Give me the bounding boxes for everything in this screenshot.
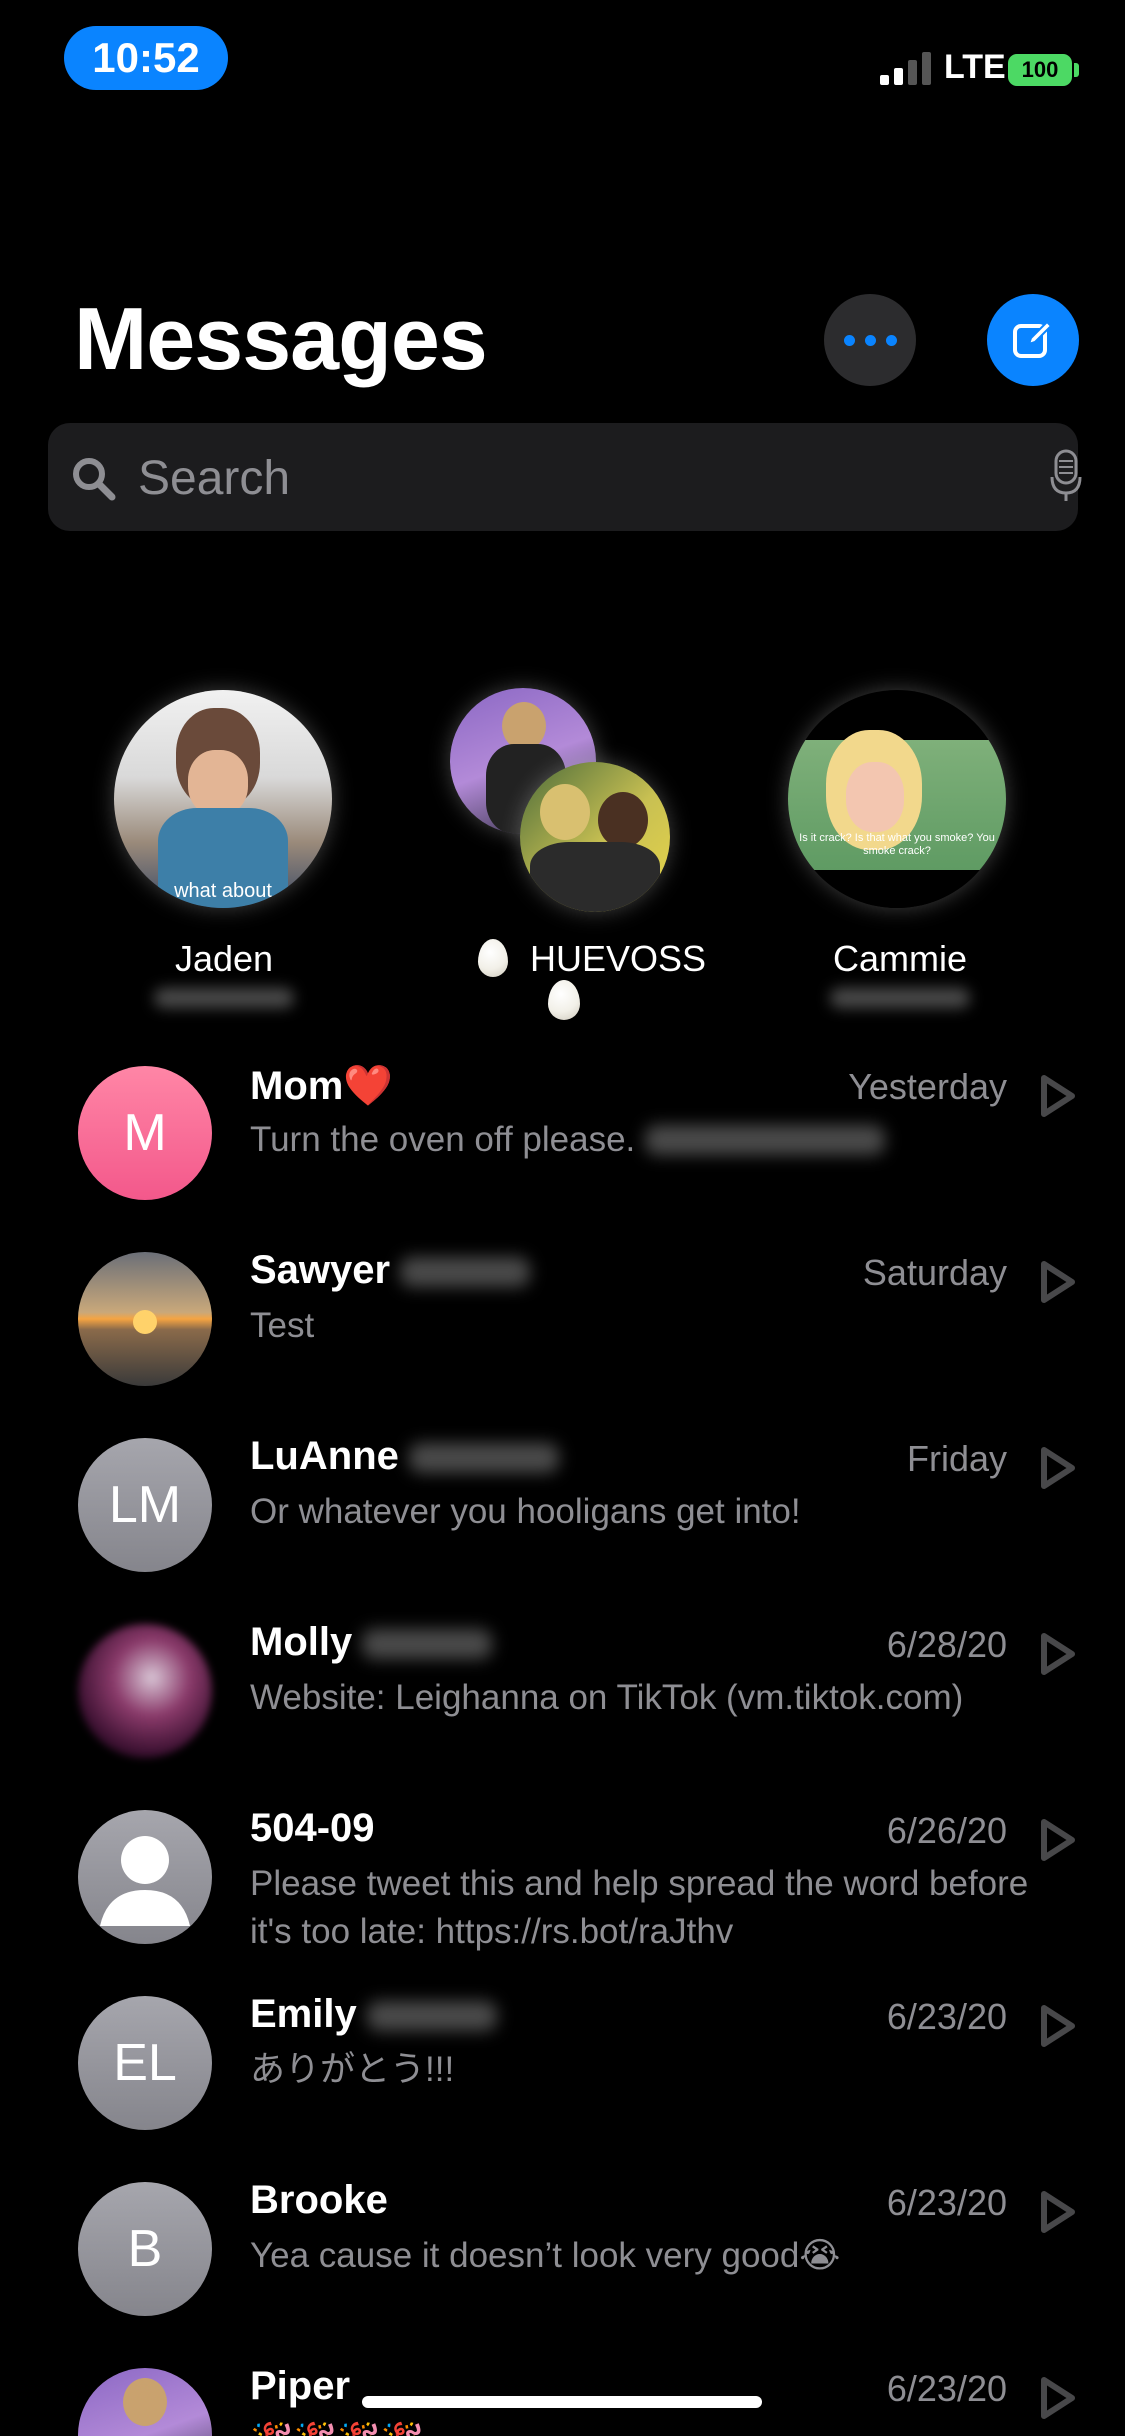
- avatar: [520, 762, 670, 912]
- microphone-icon[interactable]: [1050, 447, 1082, 505]
- contact-name-text: Sawyer: [250, 1248, 391, 1292]
- battery-icon: 100: [1008, 54, 1072, 86]
- pinned-caption: Is it crack? Is that what you smoke? You…: [799, 832, 995, 857]
- contact-name: Mom❤️: [250, 1062, 393, 1109]
- conversation-row-molly[interactable]: Molly 6/28/20 Website: Leighanna on TikT…: [0, 1620, 1125, 1810]
- search-input[interactable]: [136, 443, 1000, 513]
- redacted-text: [366, 2001, 497, 2031]
- avatar: Is it crack? Is that what you smoke? You…: [788, 690, 1006, 908]
- compose-icon: [1013, 320, 1053, 358]
- cellular-signal-icon: [880, 51, 934, 85]
- pinned-caption: what about: [174, 880, 272, 902]
- avatar: [78, 2368, 212, 2436]
- play-arrow-icon: [1041, 1261, 1075, 1303]
- redacted-text: [645, 1125, 886, 1155]
- contact-name-text: Molly: [250, 1620, 353, 1664]
- avatar: [78, 1252, 212, 1386]
- avatar: M: [78, 1066, 212, 1200]
- contact-name: LuAnne: [250, 1434, 559, 1479]
- message-preview: 🎉🎉🎉🎉: [250, 2418, 1050, 2436]
- contact-name: Sawyer: [250, 1248, 531, 1293]
- play-arrow-icon: [1041, 2005, 1075, 2047]
- message-preview: Please tweet this and help spread the wo…: [250, 1864, 1029, 1951]
- conversation-row-504-09[interactable]: 504-09 6/26/20 Please tweet this and hel…: [0, 1806, 1125, 1996]
- contact-name: Molly: [250, 1620, 493, 1665]
- magnifier-icon: [73, 458, 116, 501]
- contact-name-text: LuAnne: [250, 1434, 399, 1478]
- ellipsis-icon: [844, 335, 855, 346]
- contact-name: Piper: [250, 2368, 351, 2408]
- message-date: 6/23/20: [886, 1996, 1007, 2037]
- status-time[interactable]: 10:52: [64, 26, 228, 90]
- contact-name: 504-09: [250, 1806, 375, 1850]
- message-date: 6/23/20: [886, 2368, 1007, 2409]
- pinned-name: Jaden: [174, 938, 274, 979]
- play-arrow-icon: [1041, 1633, 1075, 1675]
- message-preview: Test: [250, 1306, 315, 1345]
- ellipsis-icon: [865, 335, 876, 346]
- pinned-jaden[interactable]: what about Jaden: [74, 680, 374, 1020]
- status-bar: 10:52 LTE 100: [0, 0, 1125, 120]
- pinned-subtitle-redacted: [154, 988, 294, 1008]
- pinned-cammie[interactable]: Is it crack? Is that what you smoke? You…: [750, 680, 1050, 1020]
- search-bar[interactable]: [48, 423, 1082, 531]
- redacted-text: [362, 1629, 493, 1659]
- play-arrow-icon: [1041, 1447, 1075, 1489]
- message-date: Yesterday: [848, 1066, 1007, 1107]
- message-preview: Yea cause it doesn’t look very good😭: [250, 2236, 841, 2275]
- message-preview: Turn the oven off please.: [250, 1116, 1050, 1164]
- message-date: Friday: [906, 1438, 1007, 1479]
- ellipsis-icon: [886, 335, 897, 346]
- avatar: what about: [114, 690, 332, 908]
- message-preview: Website: Leighanna on TikTok (vm.tiktok.…: [250, 1678, 964, 1717]
- message-date: 6/26/20: [886, 1810, 1007, 1851]
- play-arrow-icon: [1041, 2191, 1075, 2233]
- pinned-conversations: what about Jaden HUEVOSS Is it crack? Is…: [0, 680, 1125, 1020]
- conversation-row-mom[interactable]: M Mom❤️ Yesterday Turn the oven off plea…: [0, 1064, 1125, 1252]
- redacted-text: [400, 1257, 531, 1287]
- play-arrow-icon: [1041, 1819, 1075, 1861]
- message-date: 6/23/20: [886, 2182, 1007, 2223]
- pinned-huevoss[interactable]: HUEVOSS: [442, 680, 742, 1020]
- message-preview: Or whatever you hooligans get into!: [250, 1492, 801, 1531]
- egg-icon: [548, 980, 580, 1020]
- home-indicator[interactable]: [362, 2396, 762, 2408]
- pinned-name-text: HUEVOSS: [529, 938, 707, 979]
- message-preview: ありがとう!!!: [250, 2050, 455, 2089]
- pinned-name: HUEVOSS: [442, 938, 742, 980]
- redacted-text: [408, 1443, 559, 1473]
- conversation-row-brooke[interactable]: B Brooke 6/23/20 Yea cause it doesn’t lo…: [0, 2178, 1125, 2368]
- avatar: EL: [78, 1996, 212, 2130]
- avatar: LM: [78, 1438, 212, 1572]
- conversation-row-sawyer[interactable]: Sawyer Saturday Test: [0, 1248, 1125, 1438]
- more-options-button[interactable]: [824, 294, 916, 386]
- pinned-subtitle-redacted: [830, 988, 970, 1008]
- pinned-name: Cammie: [832, 938, 967, 979]
- contact-name-text: Emily: [250, 1992, 357, 2036]
- person-icon: [100, 1836, 190, 1926]
- contact-name: Emily: [250, 1992, 497, 2037]
- message-date: 6/28/20: [886, 1624, 1007, 1665]
- page-title: Messages: [74, 289, 488, 388]
- battery-nub: [1074, 63, 1079, 77]
- avatar: B: [78, 2182, 212, 2316]
- avatar: [78, 1810, 212, 1944]
- avatar: [78, 1624, 212, 1758]
- message-preview-text: Turn the oven off please.: [250, 1120, 636, 1159]
- conversation-row-emily[interactable]: EL Emily 6/23/20 ありがとう!!!: [0, 1992, 1125, 2182]
- play-arrow-icon: [1041, 2377, 1075, 2419]
- egg-icon: [477, 939, 508, 977]
- contact-name: Brooke: [250, 2178, 388, 2222]
- conversation-row-luanne[interactable]: LM LuAnne Friday Or whatever you hooliga…: [0, 1434, 1125, 1624]
- play-arrow-icon: [1041, 1075, 1075, 1117]
- message-date: Saturday: [862, 1252, 1007, 1293]
- network-type: LTE: [944, 48, 1006, 86]
- contact-name-text: Mom❤️: [250, 1064, 394, 1108]
- compose-button[interactable]: [987, 294, 1079, 386]
